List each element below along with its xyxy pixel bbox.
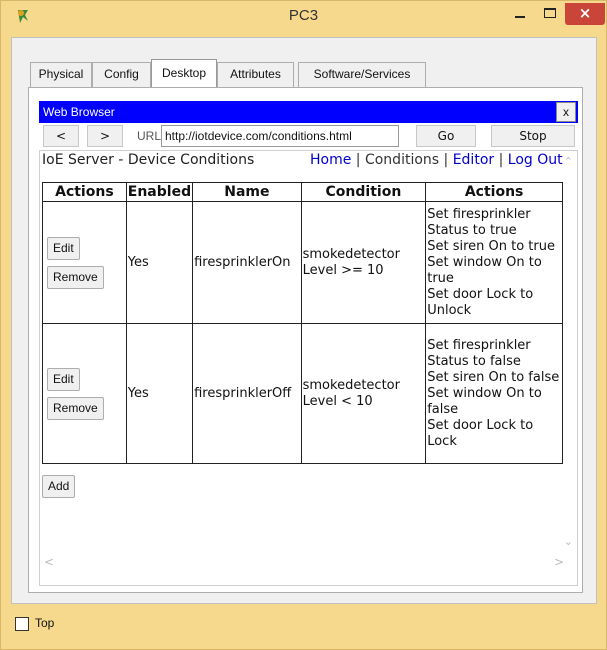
table-header-row: Actions Enabled Name Condition Actions xyxy=(42,182,563,202)
scroll-right-icon[interactable]: > xyxy=(554,555,564,569)
page-heading: IoE Server - Device Conditions xyxy=(42,152,255,168)
remove-button[interactable]: Remove xyxy=(47,265,104,289)
tab-desktop[interactable]: Desktop xyxy=(151,59,217,88)
window-client-area: Physical Config Desktop Attributes Softw… xyxy=(11,37,597,604)
back-button[interactable]: < xyxy=(43,125,79,147)
minimize-button[interactable] xyxy=(507,3,533,25)
pc3-window: PC3 × Physical Config Desktop Attributes… xyxy=(0,0,607,650)
action-item: Set window On to true xyxy=(427,254,542,286)
header-enabled: Enabled xyxy=(125,182,194,202)
actions-cell: Set firesprinkler Status to true Set sir… xyxy=(425,201,563,324)
nav-separator: | xyxy=(351,152,365,168)
header-name: Name xyxy=(192,182,302,202)
browser-nav-bar: < > URL http://iotdevice.com/conditions.… xyxy=(39,125,578,149)
condition-sensor: smokedetector xyxy=(302,246,400,262)
action-item: Set door Lock to Lock xyxy=(427,417,534,449)
close-icon: × xyxy=(578,4,592,22)
top-label: Top xyxy=(35,616,55,630)
scroll-up-icon[interactable]: ⌃ xyxy=(564,155,573,168)
maximize-button[interactable] xyxy=(537,3,563,25)
action-item: Set window On to false xyxy=(427,385,542,417)
table-row: Edit Remove Yes firesprinklerOff smokede… xyxy=(42,323,563,464)
condition-sensor: smokedetector xyxy=(302,377,400,393)
condition-expression: Level >= 10 xyxy=(302,262,384,278)
horizontal-scrollbar[interactable]: < > xyxy=(40,555,568,569)
action-item: Set door Lock to Unlock xyxy=(427,286,534,318)
edit-button[interactable]: Edit xyxy=(47,236,80,260)
name-cell: firesprinklerOff xyxy=(192,323,302,464)
browser-title-bar: Web Browser x xyxy=(39,101,578,123)
desktop-panel: Web Browser x < > URL http://iotdevice.c… xyxy=(28,87,583,593)
conditions-link[interactable]: Conditions xyxy=(365,152,439,168)
row-buttons-cell: Edit Remove xyxy=(42,323,127,464)
url-label: URL xyxy=(137,129,162,143)
actions-cell: Set firesprinkler Status to false Set si… xyxy=(425,323,563,464)
tab-config[interactable]: Config xyxy=(92,62,151,87)
browser-close-button[interactable]: x xyxy=(556,102,576,122)
action-item: Set firesprinkler Status to false xyxy=(427,337,531,369)
condition-cell: smokedetector Level >= 10 xyxy=(300,201,427,324)
add-button[interactable]: Add xyxy=(42,475,76,498)
header-actions-list: Actions xyxy=(425,182,563,202)
header-actions: Actions xyxy=(42,182,127,202)
editor-link[interactable]: Editor xyxy=(453,152,494,168)
forward-button[interactable]: > xyxy=(87,125,123,147)
url-input[interactable]: http://iotdevice.com/conditions.html xyxy=(161,125,399,147)
scroll-down-icon[interactable]: ⌄ xyxy=(564,535,573,548)
title-bar[interactable]: PC3 × xyxy=(1,1,606,33)
edit-button[interactable]: Edit xyxy=(47,367,80,391)
enabled-cell: Yes xyxy=(125,323,194,464)
tab-attributes[interactable]: Attributes xyxy=(217,62,294,87)
table-row: Edit Remove Yes firesprinklerOn smokedet… xyxy=(42,201,563,324)
logout-link[interactable]: Log Out xyxy=(508,152,563,168)
browser-title: Web Browser xyxy=(43,105,115,119)
maximize-icon xyxy=(544,8,556,18)
row-buttons-cell: Edit Remove xyxy=(42,201,127,324)
name-cell: firesprinklerOn xyxy=(192,201,302,324)
page-nav-links: Home | Conditions | Editor | Log Out xyxy=(310,152,563,168)
condition-cell: smokedetector Level < 10 xyxy=(300,323,427,464)
nav-separator: | xyxy=(494,152,508,168)
action-item: Set siren On to false xyxy=(427,369,560,385)
go-button[interactable]: Go xyxy=(416,125,476,147)
tab-physical[interactable]: Physical xyxy=(30,62,92,87)
minimize-icon xyxy=(515,16,525,18)
close-button[interactable]: × xyxy=(565,3,605,25)
enabled-cell: Yes xyxy=(125,201,194,324)
nav-separator: | xyxy=(439,152,453,168)
action-item: Set firesprinkler Status to true xyxy=(427,206,531,238)
top-checkbox[interactable] xyxy=(15,617,29,631)
home-link[interactable]: Home xyxy=(310,152,351,168)
browser-page-view: IoE Server - Device Conditions Home | Co… xyxy=(39,150,578,586)
scroll-left-icon[interactable]: < xyxy=(44,555,54,569)
conditions-table: Actions Enabled Name Condition Actions E… xyxy=(42,182,563,464)
action-item: Set siren On to true xyxy=(427,238,555,254)
condition-expression: Level < 10 xyxy=(302,393,373,409)
header-condition: Condition xyxy=(300,182,427,202)
tab-software-services[interactable]: Software/Services xyxy=(298,62,426,87)
stop-button[interactable]: Stop xyxy=(491,125,575,147)
remove-button[interactable]: Remove xyxy=(47,396,104,420)
